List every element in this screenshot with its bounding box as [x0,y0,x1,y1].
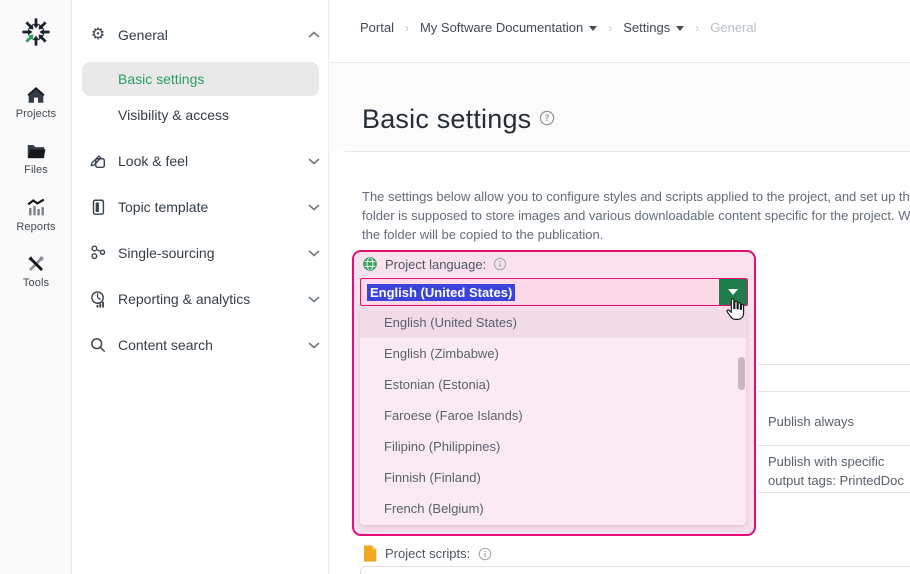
table-row-divider [758,364,910,365]
rail-item-files[interactable]: Files [0,140,72,176]
sidebar-item-general[interactable]: ⚙ General [88,21,320,49]
app-window: Projects Files Reports Tools ⚙ General B… [0,0,910,574]
chevron-down-icon [308,290,320,308]
info-icon[interactable] [493,257,507,271]
chevron-up-icon [308,26,320,44]
analytics-icon [88,290,108,308]
breadcrumb-project[interactable]: My Software Documentation [420,20,598,35]
rail-label-tools: Tools [22,277,50,289]
help-icon[interactable]: ? [539,110,555,131]
breadcrumb-separator: › [608,20,613,35]
chevron-down-icon [308,152,320,170]
sidebar-item-reporting-analytics[interactable]: Reporting & analytics [88,285,320,313]
rail-label-projects: Projects [15,108,57,120]
template-icon [88,198,108,216]
tools-icon [28,256,44,271]
title-divider [345,151,910,152]
table-row-divider [758,492,910,493]
breadcrumb-settings[interactable]: Settings [623,20,685,35]
page-title: Basic settings [362,104,532,134]
gear-icon: ⚙ [90,26,106,43]
breadcrumb-current: General [710,20,757,35]
dropdown-option[interactable]: Estonian (Estonia) [360,369,746,400]
branch-icon [88,244,108,262]
project-scripts-input[interactable] [360,566,910,574]
breadcrumb-separator: › [695,20,700,35]
chevron-down-icon [308,198,320,216]
rail-label-reports: Reports [16,221,56,233]
caret-down-icon [728,289,738,295]
chevron-down-icon [308,244,320,262]
table-cell-publish-tags-line2: output tags: PrintedDoc [768,473,904,488]
caret-down-icon [589,25,598,31]
file-icon [363,545,377,562]
sidebar-item-topic-template[interactable]: Topic template [88,193,320,221]
sidebar-item-content-search[interactable]: Content search [88,331,320,359]
table-row-divider [758,391,910,392]
language-select-value: English (United States) [367,283,516,301]
table-cell-publish-tags-line1: Publish with specific [768,454,885,469]
dropdown-option[interactable]: English (Zimbabwe) [360,338,746,369]
sidebar-item-visibility-access[interactable]: Visibility & access [118,107,229,123]
dropdown-option[interactable]: Faroese (Faroe Islands) [360,400,746,431]
rail-item-reports[interactable]: Reports [0,197,72,233]
dropdown-option[interactable]: Filipino (Philippines) [360,431,746,462]
breadcrumb-portal[interactable]: Portal [360,20,394,35]
settings-sidebar: ⚙ General Basic settings Visibility & ac… [72,0,329,574]
language-dropdown-list: English (United States) English (Zimbabw… [360,307,746,525]
folder-icon [27,145,46,159]
globe-icon [363,257,377,271]
chevron-down-icon [308,336,320,354]
project-scripts-label: Project scripts: [385,546,471,561]
icon-rail: Projects Files Reports Tools [0,0,72,574]
sidebar-item-basic-settings[interactable]: Basic settings [82,62,319,96]
sidebar-item-single-sourcing[interactable]: Single-sourcing [88,239,320,267]
svg-text:?: ? [545,114,550,124]
breadcrumb-separator: › [404,20,409,35]
dropdown-option[interactable]: English (United States) [360,307,746,338]
table-cell-publish-always: Publish always [768,414,854,429]
dropdown-option[interactable]: French (Belgium) [360,493,746,524]
dropdown-scrollbar-thumb[interactable] [738,357,745,390]
caret-down-icon [676,25,685,31]
home-icon [27,87,45,103]
chart-icon [27,198,45,216]
rail-label-files: Files [24,164,48,176]
rail-item-tools[interactable]: Tools [0,253,72,289]
dropdown-option[interactable]: Finnish (Finland) [360,462,746,493]
app-logo-icon[interactable] [16,12,56,52]
rail-item-projects[interactable]: Projects [0,84,72,120]
sidebar-item-look-feel[interactable]: Look & feel [88,147,320,175]
design-icon [88,152,108,170]
breadcrumb: Portal › My Software Documentation › Set… [360,20,757,35]
table-row-divider [758,445,910,446]
search-icon [88,336,108,354]
language-select[interactable]: English (United States) [360,278,748,306]
info-icon[interactable] [478,547,492,561]
mouse-cursor-hand [722,296,748,327]
page-description: The settings below allow you to configur… [362,189,910,242]
project-language-label: Project language: [385,256,487,272]
